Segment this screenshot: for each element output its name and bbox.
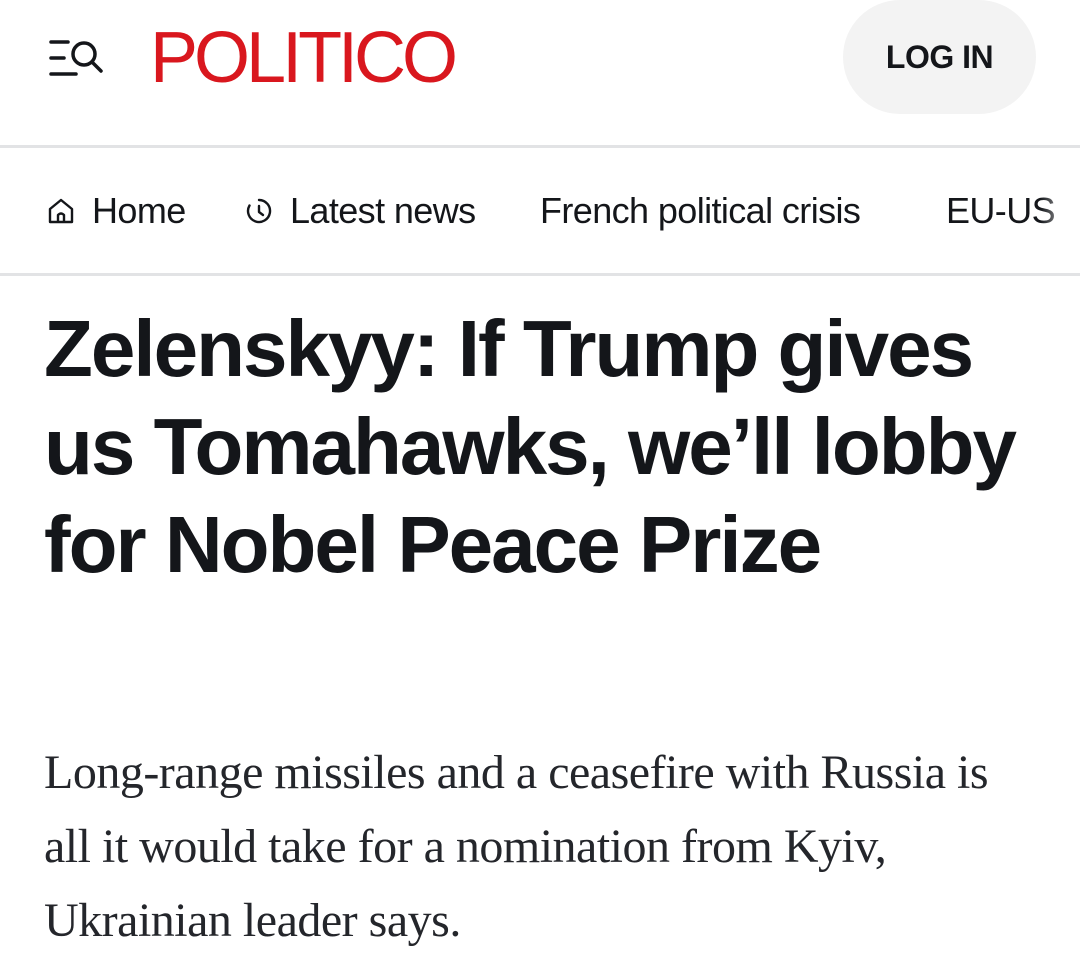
politico-logo[interactable]: POLITICO: [150, 22, 458, 94]
login-button[interactable]: LOG IN: [843, 0, 1036, 114]
nav-scroll-fade: [1040, 148, 1080, 274]
menu-search-icon: [49, 40, 103, 76]
nav-item-label: French political crisis: [540, 190, 861, 231]
clock-icon: [246, 198, 272, 224]
nav-item-home[interactable]: Home: [46, 188, 186, 234]
nav-item-latest-news[interactable]: Latest news: [244, 188, 476, 234]
article-headline: Zelenskyy: If Trump gives us Tomahawks, …: [44, 304, 1017, 589]
nav-item-eu-us[interactable]: EU-US: [946, 188, 1056, 234]
nav-item-label: EU-US: [946, 190, 1056, 231]
section-nav: Home Latest news French political crisis…: [0, 148, 1080, 274]
home-icon: [48, 198, 74, 224]
nav-item-label: Home: [92, 190, 186, 231]
nav-divider: [0, 273, 1080, 276]
article-dek: Long-range missiles and a ceasefire with…: [44, 746, 989, 947]
top-header: POLITICO LOG IN: [0, 0, 1080, 145]
nav-item-label: Latest news: [290, 190, 476, 231]
menu-search-button[interactable]: [46, 34, 108, 82]
nav-item-french-political-crisis[interactable]: French political crisis: [540, 188, 861, 234]
